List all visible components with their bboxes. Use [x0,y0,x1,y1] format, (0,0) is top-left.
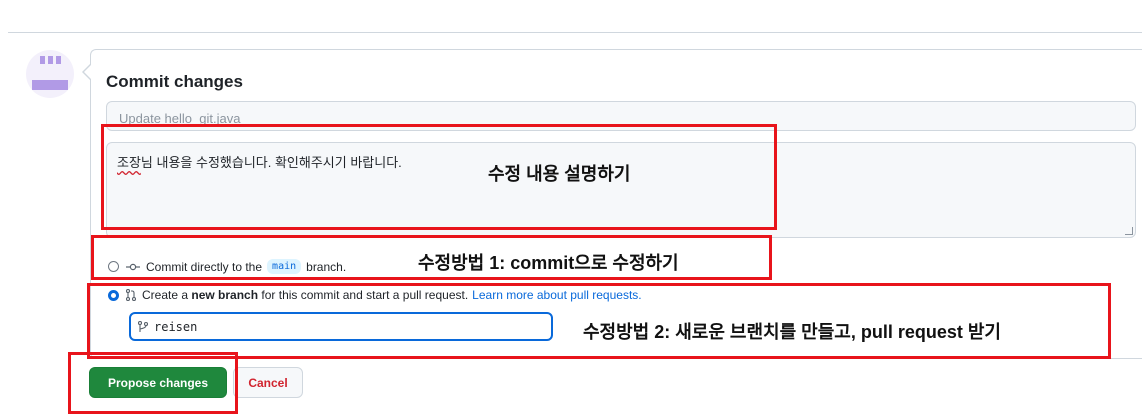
cancel-button[interactable]: Cancel [233,367,303,398]
avatar [26,50,74,98]
annotation-box-propose [68,352,238,414]
avatar-pixel [48,56,53,64]
header-divider [8,32,1142,33]
commit-title: Commit changes [106,72,243,91]
avatar-pixel [56,56,61,64]
annotation-description-note: 수정 내용 설명하기 [488,164,631,184]
annotation-box-description [101,124,777,230]
panel-caret-fill [84,65,91,79]
avatar-pixel [32,80,68,90]
annotation-method2-note: 수정방법 2: 새로운 브랜치를 만들고, pull request 받기 [583,322,1001,342]
annotation-method1-note: 수정방법 1: commit으로 수정하기 [418,253,679,273]
avatar-pixel [40,56,45,64]
resize-handle[interactable] [1125,227,1133,235]
